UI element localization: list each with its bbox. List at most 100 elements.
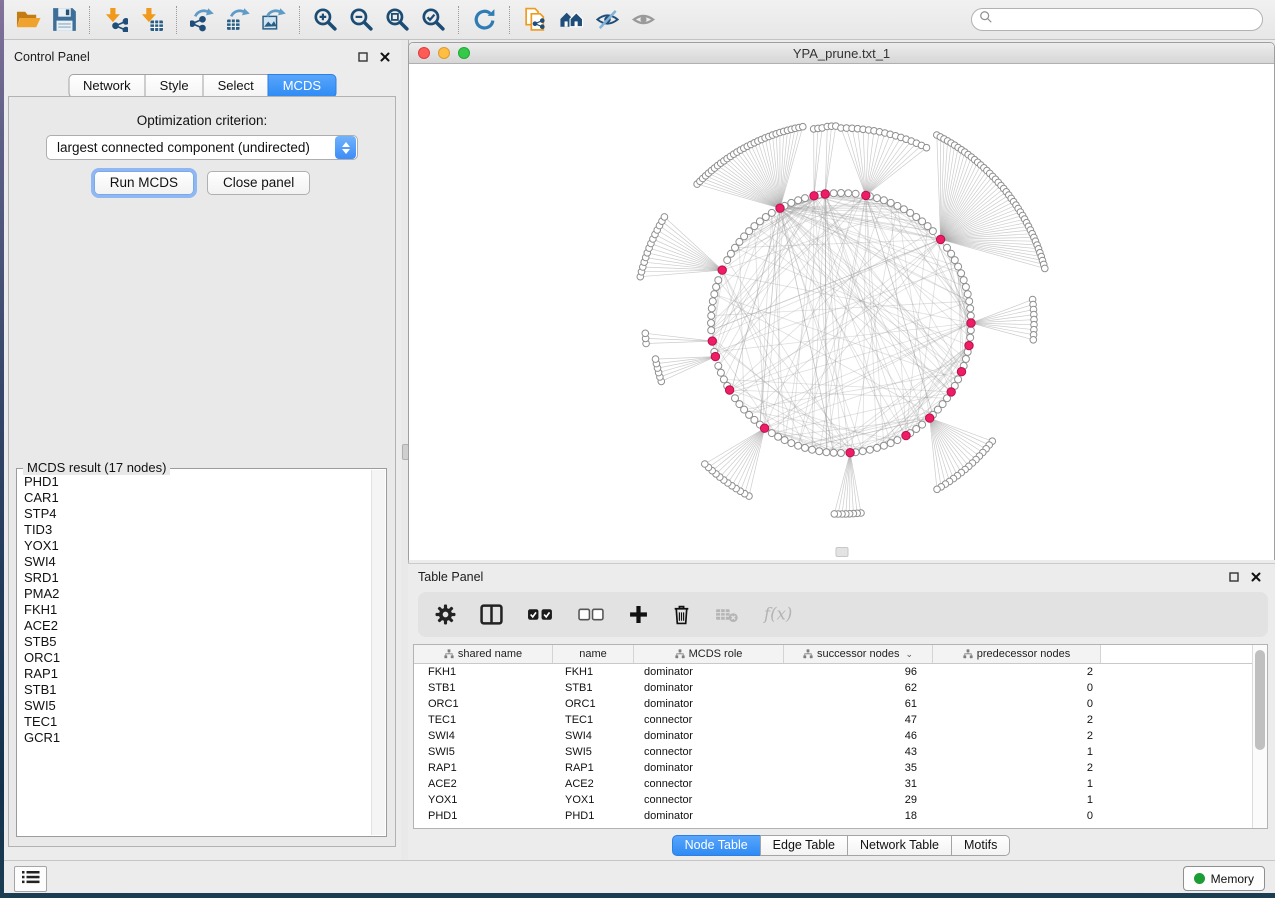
mcds-result-item[interactable]: STB5 — [24, 634, 371, 650]
table-scrollbar[interactable] — [1252, 645, 1267, 828]
table-cell[interactable]: 62 — [784, 682, 933, 694]
table-row[interactable]: SWI5SWI5connector431 — [414, 744, 1267, 760]
table-cell[interactable]: 0 — [933, 810, 1101, 822]
table-row[interactable]: PHD1PHD1dominator180 — [414, 808, 1267, 824]
save-icon[interactable] — [49, 5, 79, 35]
mcds-result-item[interactable]: STP4 — [24, 506, 371, 522]
column-header-predecessor-nodes[interactable]: predecessor nodes — [933, 645, 1101, 663]
network-titlebar[interactable]: YPA_prune.txt_1 — [409, 43, 1274, 64]
float-table-panel-icon[interactable] — [1227, 571, 1240, 584]
import-table-icon[interactable] — [136, 5, 166, 35]
table-row[interactable]: STB1STB1dominator620 — [414, 680, 1267, 696]
column-header-MCDS-role[interactable]: MCDS role — [634, 645, 784, 663]
mcds-result-item[interactable]: TID3 — [24, 522, 371, 538]
mcds-result-item[interactable]: FKH1 — [24, 602, 371, 618]
tab-style[interactable]: Style — [145, 74, 204, 98]
table-cell[interactable]: ORC1 — [414, 698, 553, 710]
criterion-select[interactable]: largest connected component (undirected) — [46, 135, 358, 160]
settings-gear-icon[interactable] — [435, 604, 456, 625]
zoom-selected-icon[interactable] — [418, 5, 448, 35]
table-row[interactable]: ACE2ACE2connector311 — [414, 776, 1267, 792]
table-row[interactable]: FKH1FKH1dominator962 — [414, 664, 1267, 680]
table-cell[interactable]: connector — [634, 778, 784, 790]
table-cell[interactable]: dominator — [634, 730, 784, 742]
table-cell[interactable]: 35 — [784, 762, 933, 774]
table-cell[interactable]: ACE2 — [414, 778, 553, 790]
pane-collapse-grip[interactable] — [835, 547, 848, 557]
tab-select[interactable]: Select — [203, 74, 269, 98]
mcds-result-item[interactable]: SWI5 — [24, 698, 371, 714]
table-row[interactable]: YOX1YOX1connector291 — [414, 792, 1267, 808]
mcds-result-list[interactable]: PHD1CAR1STP4TID3YOX1SWI4SRD1PMA2FKH1ACE2… — [18, 472, 371, 835]
table-cell[interactable]: TEC1 — [414, 714, 553, 726]
column-header-successor-nodes[interactable]: successor nodes⌄ — [784, 645, 933, 663]
table-row[interactable]: ORC1ORC1dominator610 — [414, 696, 1267, 712]
table-cell[interactable]: SWI5 — [553, 746, 634, 758]
table-cell[interactable]: dominator — [634, 810, 784, 822]
network-graph[interactable] — [409, 64, 1274, 560]
table-cell[interactable]: RAP1 — [553, 762, 634, 774]
mcds-result-item[interactable]: TEC1 — [24, 714, 371, 730]
mcds-result-item[interactable]: PHD1 — [24, 474, 371, 490]
table-cell[interactable]: 0 — [933, 682, 1101, 694]
table-cell[interactable]: FKH1 — [553, 666, 634, 678]
mcds-result-item[interactable]: SWI4 — [24, 554, 371, 570]
tab-network-table[interactable]: Network Table — [847, 835, 952, 856]
table-cell[interactable]: 29 — [784, 794, 933, 806]
trash-icon[interactable] — [672, 604, 691, 625]
close-table-panel-icon[interactable] — [1249, 571, 1262, 584]
table-cell[interactable]: 1 — [933, 746, 1101, 758]
table-cell[interactable]: 1 — [933, 794, 1101, 806]
table-cell[interactable]: ACE2 — [553, 778, 634, 790]
mcds-result-item[interactable]: CAR1 — [24, 490, 371, 506]
table-cell[interactable]: connector — [634, 714, 784, 726]
houses-icon[interactable] — [556, 5, 586, 35]
table-cell[interactable]: 2 — [933, 714, 1101, 726]
column-header-name[interactable]: name — [553, 645, 634, 663]
table-cell[interactable]: 1 — [933, 778, 1101, 790]
zoom-fit-icon[interactable] — [382, 5, 412, 35]
search-input[interactable] — [993, 10, 1262, 30]
table-cell[interactable]: TEC1 — [553, 714, 634, 726]
mcds-result-item[interactable]: SRD1 — [24, 570, 371, 586]
duplicate-network-icon[interactable] — [520, 5, 550, 35]
table-cell[interactable]: 0 — [933, 698, 1101, 710]
mcds-result-item[interactable]: ORC1 — [24, 650, 371, 666]
mcds-result-item[interactable]: ACE2 — [24, 618, 371, 634]
table-cell[interactable]: SWI4 — [553, 730, 634, 742]
table-cell[interactable]: connector — [634, 746, 784, 758]
table-scrollbar-thumb[interactable] — [1255, 650, 1265, 750]
tab-edge-table[interactable]: Edge Table — [760, 835, 848, 856]
sort-chevron-icon[interactable]: ⌄ — [906, 649, 914, 660]
tab-network[interactable]: Network — [68, 74, 146, 98]
mcds-result-item[interactable]: YOX1 — [24, 538, 371, 554]
run-mcds-button[interactable]: Run MCDS — [94, 171, 194, 195]
maximize-window-icon[interactable] — [458, 47, 470, 59]
table-cell[interactable]: PHD1 — [414, 810, 553, 822]
table-cell[interactable]: 31 — [784, 778, 933, 790]
table-cell[interactable]: 2 — [933, 762, 1101, 774]
table-row[interactable]: TEC1TEC1connector472 — [414, 712, 1267, 728]
table-cell[interactable]: dominator — [634, 682, 784, 694]
eye-slash-icon[interactable] — [592, 5, 622, 35]
minimize-window-icon[interactable] — [438, 47, 450, 59]
table-cell[interactable]: STB1 — [553, 682, 634, 694]
table-cell[interactable]: dominator — [634, 666, 784, 678]
table-row[interactable]: SWI4SWI4dominator462 — [414, 728, 1267, 744]
column-header-shared-name[interactable]: shared name — [414, 645, 553, 663]
table-cell[interactable]: 96 — [784, 666, 933, 678]
memory-button[interactable]: Memory — [1183, 866, 1265, 891]
eye-icon[interactable] — [628, 5, 658, 35]
table-cell[interactable]: YOX1 — [414, 794, 553, 806]
export-table-icon[interactable] — [223, 5, 253, 35]
table-cell[interactable]: 46 — [784, 730, 933, 742]
table-cell[interactable]: 2 — [933, 730, 1101, 742]
close-panel-button[interactable]: Close panel — [207, 171, 310, 195]
table-cell[interactable]: 43 — [784, 746, 933, 758]
table-cell[interactable]: 47 — [784, 714, 933, 726]
table-cell[interactable]: SWI4 — [414, 730, 553, 742]
mcds-result-item[interactable]: STB1 — [24, 682, 371, 698]
mcds-result-item[interactable]: PMA2 — [24, 586, 371, 602]
open-folder-icon[interactable] — [13, 5, 43, 35]
table-cell[interactable]: RAP1 — [414, 762, 553, 774]
